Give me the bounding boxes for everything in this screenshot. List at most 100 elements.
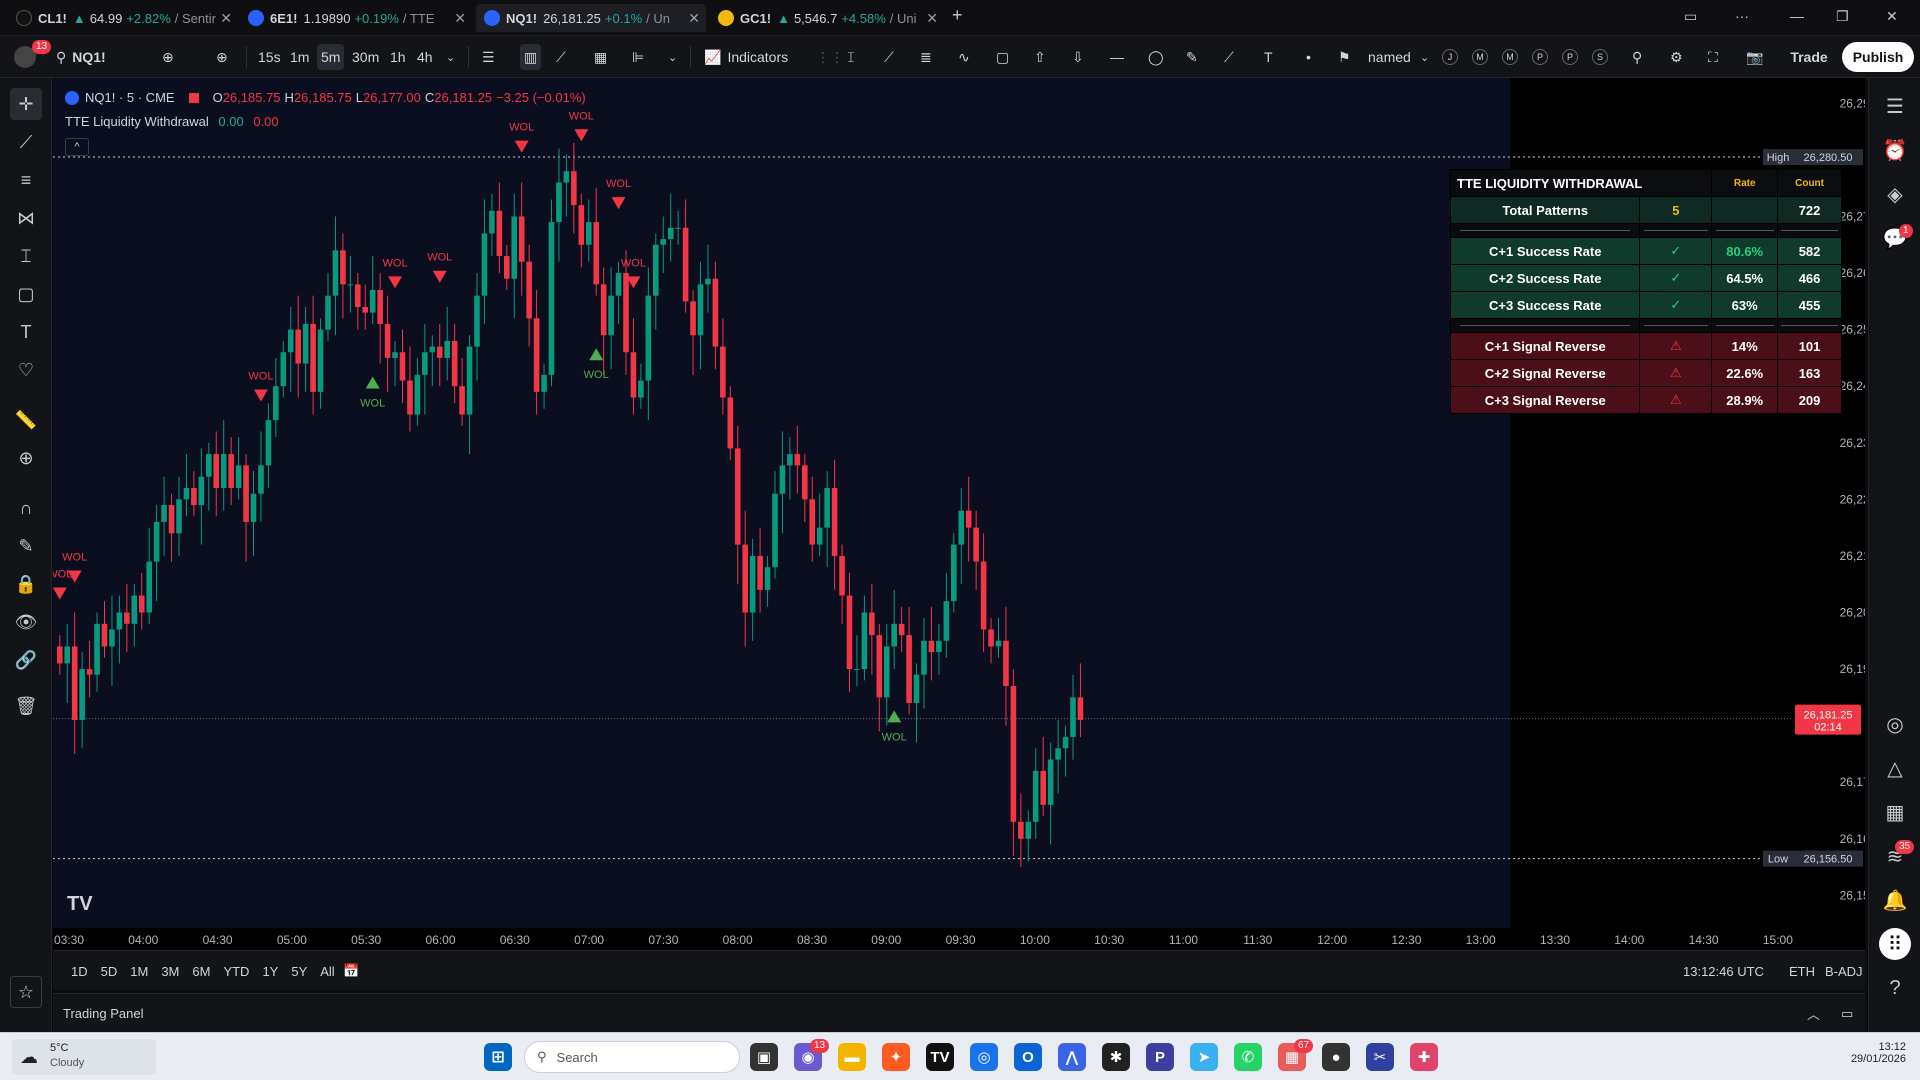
help-icon[interactable]: ?	[1879, 972, 1911, 1004]
apps-grid-icon[interactable]: ⠿	[1879, 928, 1911, 960]
close-window-icon[interactable]: ✕	[1886, 8, 1898, 25]
plane-icon[interactable]: ➤	[1190, 1043, 1218, 1071]
range-1m[interactable]: 1M	[130, 964, 148, 979]
interval-5m[interactable]: 5m	[317, 44, 345, 70]
watchlist-icon[interactable]: ☰	[1879, 90, 1911, 122]
shape-icon[interactable]: ▢	[10, 278, 42, 310]
tab-gc1[interactable]: GC1! ▲ 5,546.7 +4.58% / Uni ✕	[710, 4, 944, 32]
weather-widget[interactable]: ☁ 5°C Cloudy	[12, 1039, 156, 1075]
heart-icon[interactable]: ♡	[10, 354, 42, 386]
taskbar-search[interactable]: ⚲ Search	[524, 1041, 740, 1073]
collapse-legend-icon[interactable]: ^	[65, 138, 89, 156]
line-chart-icon[interactable]: ⟋	[556, 36, 566, 78]
flag-icon[interactable]: ⚑	[1338, 36, 1351, 78]
tab-cl1[interactable]: CL1! ▲ 64.99 +2.82% / Sentir ✕	[8, 4, 238, 32]
pattern-icon[interactable]: ⋈	[10, 202, 42, 234]
app-icon[interactable]: ✦	[882, 1043, 910, 1071]
zoom-search-icon[interactable]: ⚲	[1632, 36, 1642, 78]
user-menu[interactable]: 13	[14, 36, 52, 78]
cursor-text-icon[interactable]: 𝙸	[846, 36, 856, 78]
target-icon[interactable]: ◎	[1879, 708, 1911, 740]
range-5y[interactable]: 5Y	[291, 964, 307, 979]
trade-button[interactable]: Trade	[1780, 42, 1838, 72]
publish-button[interactable]: Publish	[1842, 42, 1914, 72]
channel-icon[interactable]: ≣	[920, 36, 932, 78]
folder-icon[interactable]: ▬	[838, 1043, 866, 1071]
maximize-icon[interactable]: ❐	[1836, 8, 1849, 25]
trash-icon[interactable]: 🗑	[10, 690, 42, 722]
session-toggle[interactable]: ETH	[1789, 951, 1815, 991]
interval-30m[interactable]: 30m	[352, 36, 379, 78]
zoom-in-icon[interactable]: ⊕	[10, 442, 42, 474]
task-view-icon[interactable]: ▣	[750, 1043, 778, 1071]
chart-area[interactable]: 26,290.00 26,270.00 26,260.00 26,250.00 26,2…	[53, 78, 1865, 950]
goto-date-icon[interactable]: 📅	[343, 951, 359, 991]
range-3m[interactable]: 3M	[161, 964, 179, 979]
range-6m[interactable]: 6M	[192, 964, 210, 979]
indicators-button[interactable]: 📈 Indicators	[704, 36, 788, 78]
range-ytd[interactable]: YTD	[223, 964, 249, 979]
chevron-down-icon[interactable]: ⌄	[668, 36, 677, 78]
alarm-clock-icon[interactable]: ⏰	[1879, 134, 1911, 166]
chevron-down-icon[interactable]: ⌄	[446, 36, 455, 78]
trading-panel-bar[interactable]: Trading Panel ︿ ▭	[53, 993, 1865, 1032]
vpn-icon[interactable]: ⋀	[1058, 1043, 1086, 1071]
bar-style-icon[interactable]: ☰	[482, 36, 495, 78]
circle-icon[interactable]: ◯	[1148, 36, 1164, 78]
interval-4h[interactable]: 4h	[417, 36, 433, 78]
powerapp-icon[interactable]: P	[1146, 1043, 1174, 1071]
more-icon[interactable]: ···	[1735, 8, 1749, 24]
minimize-icon[interactable]: —	[1790, 8, 1804, 24]
close-tab-icon[interactable]: ✕	[926, 10, 938, 27]
chrome-icon[interactable]: ◎	[970, 1043, 998, 1071]
ruler-icon[interactable]: 📏	[10, 404, 42, 436]
close-tab-icon[interactable]: ✕	[220, 10, 232, 27]
rectangle-icon[interactable]: ▢	[996, 36, 1009, 78]
settings-icon[interactable]: ⚙	[1670, 36, 1683, 78]
bell-icon[interactable]: 🔔	[1879, 884, 1911, 916]
interval-1h[interactable]: 1h	[390, 36, 406, 78]
alert-letter-m2[interactable]: M	[1502, 49, 1518, 65]
calendar-icon[interactable]: ▦	[1879, 796, 1911, 828]
eye-icon[interactable]: 👁	[10, 606, 42, 638]
tools-icon[interactable]: ✂	[1366, 1043, 1394, 1071]
add-symbol-icon[interactable]: ⊕	[216, 36, 228, 78]
crosshair-icon[interactable]: ✛	[10, 88, 42, 120]
star-icon[interactable]: ☆	[10, 976, 42, 1008]
compare-icon[interactable]: ⊕	[162, 36, 174, 78]
grid-icon[interactable]: ▦	[594, 36, 607, 78]
candles-icon[interactable]: ▥	[520, 44, 542, 70]
record-icon[interactable]: ●	[1322, 1043, 1350, 1071]
fib-icon[interactable]: ≡	[10, 164, 42, 196]
tab-6e1[interactable]: 6E1! 1.19890 +0.19% / TTE ✕	[240, 4, 472, 32]
chevron-down-icon[interactable]: ⌄	[1420, 36, 1429, 78]
chevron-up-icon[interactable]: ︿	[1807, 994, 1820, 1033]
projection-icon[interactable]: ⌶	[10, 240, 42, 272]
interval-1m[interactable]: 1m	[290, 36, 309, 78]
range-1y[interactable]: 1Y	[262, 964, 278, 979]
system-clock[interactable]: 13:12 29/01/2026	[1840, 1041, 1906, 1065]
wave-icon[interactable]: ∿	[958, 36, 970, 78]
close-tab-icon[interactable]: ✕	[688, 10, 700, 27]
link-icon[interactable]: 🔗	[10, 644, 42, 676]
star-app-icon[interactable]: ✱	[1102, 1043, 1130, 1071]
tab-nq1[interactable]: NQ1! 26,181.25 +0.1% / Un ✕	[476, 4, 706, 32]
text-tool-icon[interactable]: T	[1264, 36, 1273, 78]
trendline-tool-icon[interactable]: ⟋	[10, 126, 42, 158]
dot-icon[interactable]: •	[1306, 36, 1311, 78]
arrow-up-icon[interactable]: ⇧	[1034, 36, 1046, 78]
magnet-icon[interactable]: ∩	[10, 492, 42, 524]
arrow-down-icon[interactable]: ⇩	[1072, 36, 1084, 78]
alert-letter-p[interactable]: P	[1532, 49, 1548, 65]
ideas-icon[interactable]: △	[1879, 752, 1911, 784]
range-5d[interactable]: 5D	[101, 964, 118, 979]
align-icon[interactable]: ⊫	[632, 36, 644, 78]
range-1d[interactable]: 1D	[71, 964, 88, 979]
windows-start-icon[interactable]: ⊞	[484, 1043, 512, 1071]
brush-icon[interactable]: ✎	[1186, 36, 1198, 78]
outlook-icon[interactable]: O	[1014, 1043, 1042, 1071]
text-icon[interactable]: T	[10, 316, 42, 348]
layout-name[interactable]: named	[1368, 36, 1411, 78]
alert-letter-s[interactable]: S	[1592, 49, 1608, 65]
range-all[interactable]: All	[320, 964, 334, 979]
